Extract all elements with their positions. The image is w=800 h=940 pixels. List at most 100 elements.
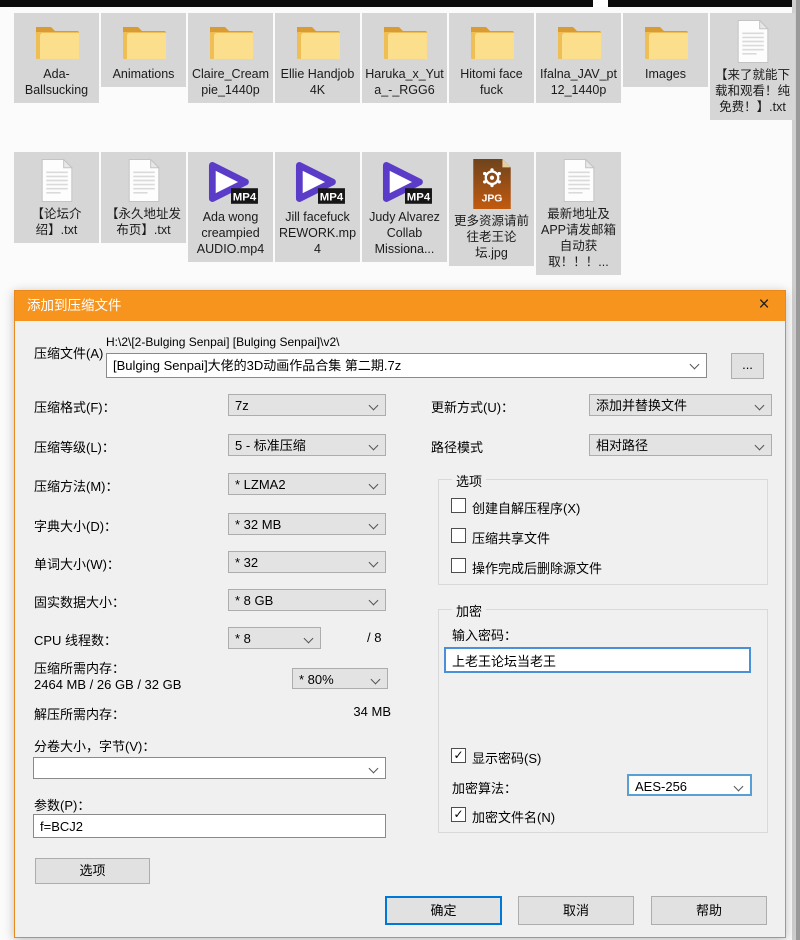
cancel-button[interactable]: 取消 [518,896,634,925]
update-mode-value: 添加并替换文件 [596,398,688,413]
icon-label: Ellie Handjob 4K [280,67,355,97]
video-play-icon [203,158,259,206]
window-top-edge [0,0,800,7]
shared-files-checkbox-label[interactable]: 压缩共享文件 [472,528,550,547]
icon-label: 【论坛介绍】.txt [31,207,82,237]
archive-file-label: 压缩文件(A) [34,346,104,361]
cpu-threads-label: CPU 线程数： [34,633,118,648]
path-mode-combobox[interactable]: 相对路径 [589,434,772,456]
desktop-icon-video-file[interactable]: Jill facefuck REWORK.mp4 [275,152,360,262]
word-size-label: 单词大小(W)： [34,557,120,572]
browse-button[interactable]: ... [731,353,764,379]
icon-label: Ada-Ballsucking [24,67,89,97]
text-file-icon [560,158,597,203]
desktop-icon-folder[interactable]: Hitomi face fuck [449,13,534,103]
desktop-icon-folder[interactable]: Ada-Ballsucking [14,13,99,103]
folder-icon [120,19,168,63]
path-mode-value: 相对路径 [596,438,649,453]
jpg-image-icon [471,158,513,210]
encrypt-names-checkbox[interactable]: ✓ [451,807,466,822]
dictionary-label: 字典大小(D)： [34,519,118,534]
show-password-checkbox-label[interactable]: 显示密码(S) [472,748,541,767]
cpu-threads-max: / 8 [367,630,382,645]
memory-percent-combobox[interactable]: * 80% [292,668,388,689]
text-file-icon [125,158,162,203]
desktop-icon-text-file[interactable]: 【来了就能下载和观看！纯免费！】.txt [710,13,795,120]
help-button[interactable]: 帮助 [651,896,767,925]
solid-block-combobox[interactable]: * 8 GB [228,589,386,611]
ok-button[interactable]: 确定 [385,896,502,925]
desktop-icon-video-file[interactable]: Ada wong creampied AUDIO.mp4 [188,152,273,262]
folder-icon [207,19,255,63]
desktop-icon-folder[interactable]: Ellie Handjob 4K [275,13,360,103]
desktop-icon-folder[interactable]: Claire_Creampie_1440p [188,13,273,103]
archive-name-value: [Bulging Senpai]大佬的3D动画作品合集 第二期.7z [113,358,402,373]
right-window-edge [796,0,800,940]
window-top-edge-gap [593,0,608,7]
show-password-checkbox[interactable]: ✓ [451,748,466,763]
volume-size-label: 分卷大小，字节(V)： [34,739,156,754]
desktop-icon-row-2: 【论坛介绍】.txt 【永久地址发布页】.txt Ada wong creamp… [14,152,623,275]
desktop-icon-text-file[interactable]: 最新地址及APP请发邮箱自动获取！！！... [536,152,621,275]
delete-after-checkbox-label[interactable]: 操作完成后删除源文件 [472,558,602,577]
icon-label: Jill facefuck REWORK.mp4 [278,210,357,256]
word-size-combobox[interactable]: * 32 [228,551,386,573]
cpu-threads-value: * 8 [235,631,251,646]
volume-size-combobox[interactable] [33,757,386,779]
desktop-icon-folder[interactable]: Images [623,13,708,87]
solid-block-label: 固实数据大小： [34,595,126,610]
format-combobox[interactable]: 7z [228,394,386,416]
folder-icon [381,19,429,63]
video-play-icon [290,158,346,206]
format-value: 7z [235,398,249,413]
sfx-checkbox-label[interactable]: 创建自解压程序(X) [472,498,580,517]
parameters-input[interactable] [33,814,386,838]
parameters-label: 参数(P)： [34,798,91,813]
icon-label: 最新地址及APP请发邮箱自动获取！！！... [540,207,616,269]
icon-label: Claire_Creampie_1440p [191,67,270,97]
icon-label: Animations [112,67,175,81]
encryption-algo-value: AES-256 [635,779,688,794]
text-file-icon [38,158,75,203]
encryption-algo-label: 加密算法： [452,781,518,796]
desktop-icon-row-1: Ada-Ballsucking Animations Claire_Creamp… [14,13,797,120]
cpu-threads-combobox[interactable]: * 8 [228,627,321,649]
desktop-icon-text-file[interactable]: 【论坛介绍】.txt [14,152,99,243]
archive-dir-path: H:\2\[2-Bulging Senpai] [Bulging Senpai]… [106,335,340,349]
encrypt-names-checkbox-label[interactable]: 加密文件名(N) [472,807,555,826]
desktop-icon-text-file[interactable]: 【永久地址发布页】.txt [101,152,186,243]
add-to-archive-dialog: 添加到压缩文件 × 压缩文件(A) H:\2\[2-Bulging Senpai… [14,290,786,938]
level-combobox[interactable]: 5 - 标准压缩 [228,434,386,456]
sfx-checkbox[interactable] [451,498,466,513]
desktop-icon-video-file[interactable]: Judy Alvarez Collab Missiona... [362,152,447,262]
method-combobox[interactable]: * LZMA2 [228,473,386,495]
shared-files-checkbox[interactable] [451,528,466,543]
icon-label: 【永久地址发布页】.txt [105,207,181,237]
text-file-icon [734,19,771,64]
folder-icon [33,19,81,63]
options-button[interactable]: 选项 [35,858,150,884]
compress-memory-detail: 2464 MB / 26 GB / 32 GB [34,677,182,692]
password-label: 输入密码： [452,628,518,643]
level-label: 压缩等级(L)： [34,440,115,455]
desktop-icon-image-file[interactable]: 更多资源请前往老王论坛.jpg [449,152,534,266]
dictionary-combobox[interactable]: * 32 MB [228,513,386,535]
delete-after-checkbox[interactable] [451,558,466,573]
password-input[interactable] [444,647,751,673]
dialog-title: 添加到压缩文件 [27,298,122,313]
dialog-titlebar[interactable]: 添加到压缩文件 × [15,291,785,321]
compress-memory-label: 压缩所需内存： [34,661,126,676]
update-mode-combobox[interactable]: 添加并替换文件 [589,394,772,416]
desktop-icon-folder[interactable]: Animations [101,13,186,87]
close-icon[interactable]: × [743,291,785,321]
memory-percent-value: * 80% [299,672,334,687]
video-play-icon [377,158,433,206]
dictionary-value: * 32 MB [235,517,282,532]
desktop-icon-folder[interactable]: Ifalna_JAV_pt12_1440p [536,13,621,103]
archive-name-combobox[interactable]: [Bulging Senpai]大佬的3D动画作品合集 第二期.7z [106,353,707,378]
desktop-icon-folder[interactable]: Haruka_x_Yuta_-_RGG6 [362,13,447,103]
method-label: 压缩方法(M)： [34,479,119,494]
options-group-title: 选项 [452,471,487,490]
encryption-algo-combobox[interactable]: AES-256 [627,774,752,796]
folder-icon [294,19,342,63]
